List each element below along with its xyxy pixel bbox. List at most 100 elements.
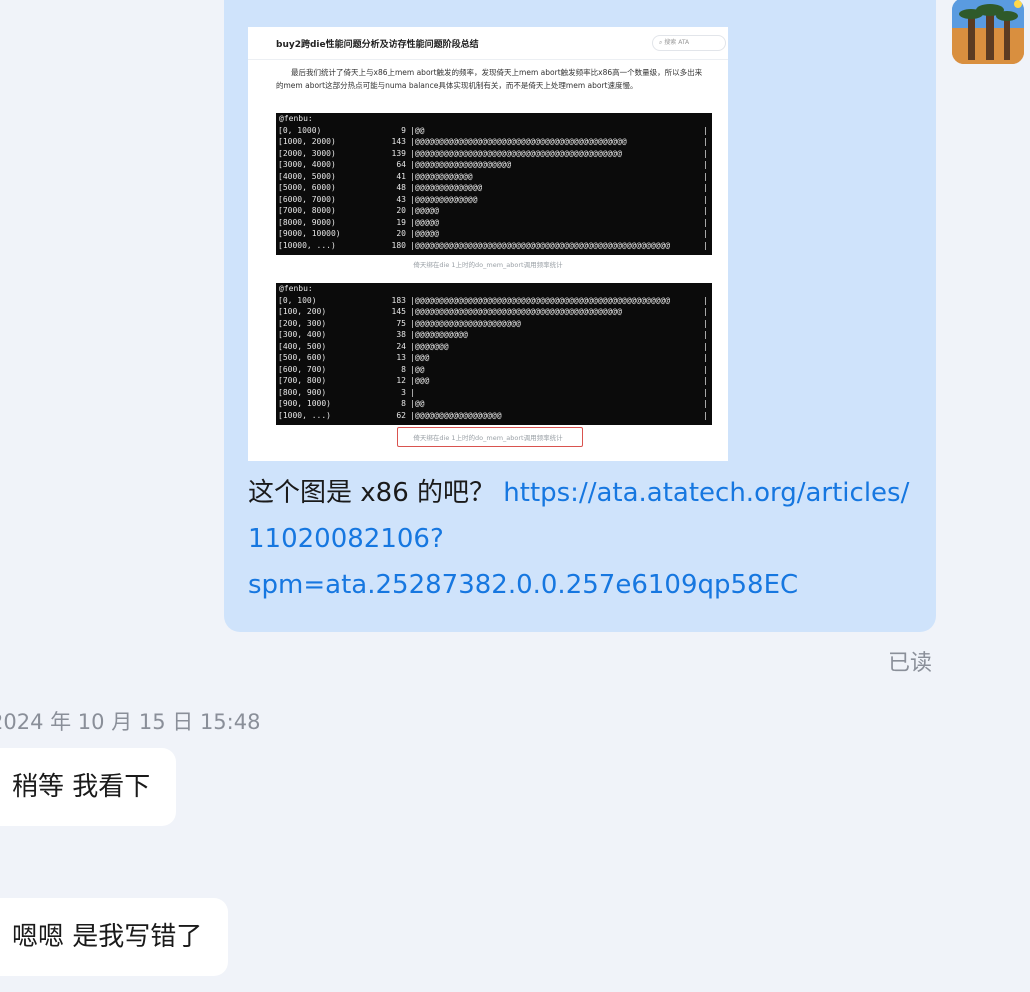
incoming-message-text: 嗯嗯 是我写错了 xyxy=(12,922,203,952)
read-status: 已读 xyxy=(888,651,933,676)
histogram-bar-end: | xyxy=(703,229,708,238)
message-body: 这个图是 x86 的吧？ xyxy=(248,478,504,508)
histogram-range: [10000, ...) xyxy=(278,240,336,250)
histogram-row: [2000, 3000) 139 |@@@@@@@@@@@@@@@@@@@@@@@@… xyxy=(276,148,712,160)
attached-screenshot-image[interactable]: buy2跨die性能问题分析及访存性能问题阶段总结 ⌕ 搜索 ATA 最后我们统… xyxy=(248,27,728,461)
histogram-bar-end: | xyxy=(703,353,708,362)
histogram-bar: |@@ xyxy=(410,399,425,408)
histogram-bar: |@@@@@@@@@@@@@@@@@@@@@@@@@@@@@@@@@@@@@@@… xyxy=(410,307,622,316)
histogram-count: 19 xyxy=(396,217,406,227)
link-line-3: spm=ata.25287382.0.0.257e6109qp58EC xyxy=(248,570,799,600)
histogram-count: 64 xyxy=(396,160,406,169)
histogram-bar: |@@@@@ xyxy=(410,217,439,227)
search-box: ⌕ 搜索 ATA xyxy=(652,35,726,51)
histogram-range: [6000, 7000) xyxy=(278,194,336,204)
histogram-count: 62 xyxy=(396,410,406,420)
histogram-range: [9000, 10000) xyxy=(278,229,341,238)
histogram-row: [3000, 4000) 64 |@@@@@@@@@@@@@@@@@@@@ | xyxy=(276,159,712,171)
histogram-bar: |@@@@@@@@@@@@@@@@@@@@@@@@@@@@@@@@@@@@@@@… xyxy=(410,295,671,305)
histogram-bar-end: | xyxy=(703,376,708,385)
histogram-bar-end: | xyxy=(703,364,708,374)
histogram-row: [6000, 7000) 43 |@@@@@@@@@@@@@ | xyxy=(276,194,712,206)
histogram-row: [500, 600) 13 |@@@ | xyxy=(276,352,712,364)
histogram-bar-end: | xyxy=(703,318,708,328)
histogram-bar-end: | xyxy=(703,137,708,146)
histogram-row: [0, 100) 183 |@@@@@@@@@@@@@@@@@@@@@@@@@@@@… xyxy=(276,295,712,307)
histogram-count: 41 xyxy=(396,171,406,181)
histogram-row: [5000, 6000) 48 |@@@@@@@@@@@@@@ | xyxy=(276,182,712,194)
terminal-header: @fenbu: xyxy=(279,284,313,293)
histogram-bar: |@@@ xyxy=(410,353,430,362)
baobab-tree-icon xyxy=(952,0,1024,64)
article-paragraph: 最后我们统计了倚天上与x86上mem abort触发的频率，发现倚天上mem a… xyxy=(276,68,703,90)
histogram-row: [800, 900) 3 | | xyxy=(276,387,712,399)
link-line-2: 11020082106? xyxy=(248,524,444,554)
histogram-count: 183 xyxy=(391,295,406,305)
user-avatar[interactable] xyxy=(952,0,1024,64)
histogram-range: [800, 900) xyxy=(278,387,327,397)
histogram-bar-end: | xyxy=(703,148,708,158)
search-placeholder: 搜索 ATA xyxy=(664,39,690,46)
highlight-box xyxy=(397,427,583,447)
histogram-count: 48 xyxy=(396,183,406,192)
histogram-bar: |@@@@@ xyxy=(410,206,439,215)
histogram-range: [900, 1000) xyxy=(278,399,331,408)
histogram-bar-end: | xyxy=(703,330,708,339)
histogram-range: [1000, ...) xyxy=(278,410,331,420)
terminal-histogram-2: @fenbu: [0, 100) 183 |@@@@@@@@@@@@@@@@@@@@@… xyxy=(276,283,712,425)
incoming-message-text: 稍等 我看下 xyxy=(12,772,151,802)
histogram-count: 8 xyxy=(401,399,406,408)
histogram-count: 145 xyxy=(391,307,406,316)
histogram-range: [5000, 6000) xyxy=(278,183,336,192)
histogram-row: [8000, 9000) 19 |@@@@@ | xyxy=(276,217,712,229)
histogram-range: [8000, 9000) xyxy=(278,217,336,227)
histogram-bar: |@@@@@@@ xyxy=(410,341,449,351)
search-icon: ⌕ xyxy=(659,39,663,46)
histogram-row: [300, 400) 38 |@@@@@@@@@@@ | xyxy=(276,329,712,341)
histogram-row: [100, 200) 145 |@@@@@@@@@@@@@@@@@@@@@@@@@@… xyxy=(276,306,712,318)
histogram-row: [700, 800) 12 |@@@ | xyxy=(276,375,712,387)
incoming-message-bubble[interactable]: 嗯嗯 是我写错了 xyxy=(0,898,229,976)
histogram-bar-end: | xyxy=(703,217,708,227)
histogram-bar-end: | xyxy=(703,387,708,397)
terminal-histogram-1: @fenbu: [0, 1000) 9 |@@ | [1000, 2000) 143 |@@@… xyxy=(276,113,712,255)
histogram-bar: |@@@@@@@@@@@@@@@@@@@@@@ xyxy=(410,318,521,328)
histogram-count: 3 xyxy=(401,387,406,397)
histogram-count: 20 xyxy=(396,229,406,238)
incoming-message-bubble[interactable]: 稍等 我看下 xyxy=(0,748,177,826)
histogram-bar-end: | xyxy=(703,410,708,420)
histogram-count: 20 xyxy=(396,206,406,215)
histogram-bar: |@@@@@@@@@@@@@@@@@@@@ xyxy=(410,160,512,169)
histogram-count: 8 xyxy=(401,364,406,374)
histogram-bar: |@@@@@@@@@@@@@@@@@@@@@@@@@@@@@@@@@@@@@@@… xyxy=(410,148,622,158)
article-header: buy2跨die性能问题分析及访存性能问题阶段总结 ⌕ 搜索 ATA xyxy=(248,27,728,60)
histogram-bar-end: | xyxy=(703,160,708,169)
histogram-row: [10000, ...) 180 |@@@@@@@@@@@@@@@@@@@@@@@@… xyxy=(276,240,712,252)
histogram-count: 13 xyxy=(396,353,406,362)
histogram-bar-end: | xyxy=(703,341,708,351)
histogram-row: [7000, 8000) 20 |@@@@@ | xyxy=(276,205,712,217)
histogram-count: 12 xyxy=(396,376,406,385)
histogram-count: 43 xyxy=(396,194,406,204)
histogram-bar: |@@@@@ xyxy=(410,229,439,238)
histogram-bar: |@@@@@@@@@@@@@@@@@@ xyxy=(410,410,502,420)
histogram-bar-end: | xyxy=(703,240,708,250)
histogram-range: [400, 500) xyxy=(278,341,327,351)
histogram-count: 139 xyxy=(391,148,406,158)
histogram-range: [1000, 2000) xyxy=(278,137,336,146)
histogram-bar-end: | xyxy=(703,125,708,135)
histogram-count: 180 xyxy=(391,240,406,250)
histogram-range: [100, 200) xyxy=(278,307,327,316)
histogram-bar: |@@@@@@@@@@@@ xyxy=(410,171,473,181)
histogram-count: 24 xyxy=(396,341,406,351)
histogram-row: [1000, ...) 62 |@@@@@@@@@@@@@@@@@@ | xyxy=(276,410,712,422)
histogram-count: 143 xyxy=(391,137,406,146)
histogram-row: [1000, 2000) 143 |@@@@@@@@@@@@@@@@@@@@@@@@… xyxy=(276,136,712,148)
histogram-count: 38 xyxy=(396,330,406,339)
histogram-bar-end: | xyxy=(703,307,708,316)
histogram-bar-end: | xyxy=(703,183,708,192)
histogram-count: 9 xyxy=(401,125,406,135)
histogram-row: [4000, 5000) 41 |@@@@@@@@@@@@ | xyxy=(276,171,712,183)
histogram-bar-end: | xyxy=(703,295,708,305)
histogram-range: [300, 400) xyxy=(278,330,327,339)
